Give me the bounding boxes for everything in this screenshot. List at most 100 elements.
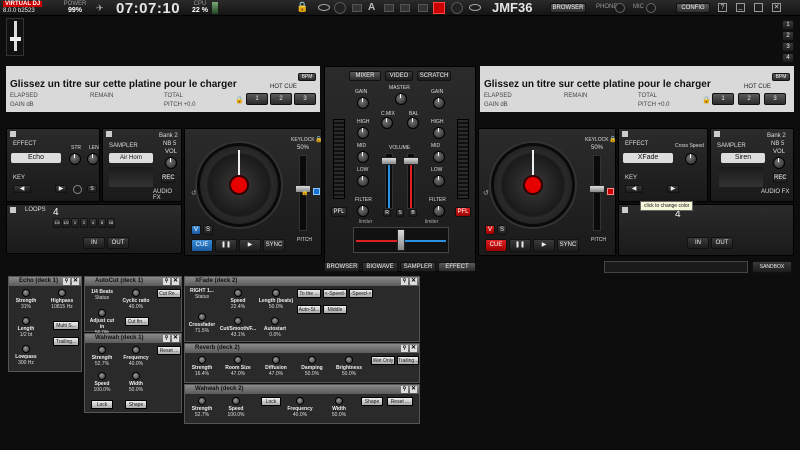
pin-icon[interactable]: ⚲ bbox=[63, 278, 70, 285]
layout-switcher[interactable]: 1 2 3 4 bbox=[782, 20, 794, 64]
deck2-key-down[interactable]: ◀ bbox=[625, 185, 643, 193]
deck2-effect-collapse[interactable] bbox=[622, 131, 628, 137]
layout-2[interactable]: 2 bbox=[782, 31, 794, 41]
deck1-hotcue-2[interactable]: 2 bbox=[270, 93, 292, 105]
close-icon[interactable]: ✕ bbox=[72, 278, 79, 285]
fx-window-reverb-deck2[interactable]: Reverb (deck 2) ⚲ ✕ Strength 16.4% Room Si… bbox=[184, 343, 420, 383]
fx-window-title[interactable]: Wahwah (deck 2) bbox=[185, 385, 419, 394]
deck1-keylock-icon[interactable]: 🔒 bbox=[315, 136, 322, 143]
deck1-sampler-select[interactable]: Air Horn bbox=[109, 153, 153, 163]
help-icon[interactable]: ? bbox=[718, 3, 727, 12]
deck1-info-panel[interactable]: Glissez un titre sur cette platine pour … bbox=[6, 66, 320, 112]
bal-knob[interactable] bbox=[407, 117, 419, 129]
deck1-hotcue-3[interactable]: 3 bbox=[294, 93, 316, 105]
fx-button[interactable]: Wet Only bbox=[371, 356, 395, 365]
fx-button[interactable]: <-Speed- bbox=[323, 289, 347, 298]
deck1-str-knob[interactable] bbox=[69, 153, 81, 165]
deck1-loop-size[interactable]: 8 bbox=[98, 218, 106, 228]
close-icon[interactable]: ✕ bbox=[410, 386, 417, 393]
fx-window-wahwah-deck1[interactable]: Wahwah (deck 1) ⚲ ✕ Strength 52.7% Frequen… bbox=[84, 333, 182, 413]
mic-knob[interactable] bbox=[646, 3, 656, 13]
gain-right-knob[interactable] bbox=[433, 97, 445, 109]
mixer-tab[interactable]: MIXER bbox=[349, 71, 381, 81]
mixer-b-button[interactable]: B bbox=[409, 209, 417, 217]
fx-window-wahwah-deck2[interactable]: Wahwah (deck 2) ⚲ ✕ Strength 52.7% Speed 10… bbox=[184, 384, 420, 424]
bottom-tab-bigwave[interactable]: BIGWAVE bbox=[362, 262, 398, 272]
eye-icon[interactable] bbox=[318, 4, 330, 11]
deck1-cue-button[interactable]: CUE bbox=[191, 239, 213, 252]
deck2-rec-button[interactable]: REC bbox=[773, 173, 787, 183]
bottom-tab-sampler[interactable]: SAMPLER bbox=[400, 262, 436, 272]
mid-left-knob[interactable] bbox=[357, 151, 369, 163]
fx-button[interactable]: Shape bbox=[361, 397, 383, 406]
volume-right-fader[interactable] bbox=[403, 157, 419, 165]
fx-button[interactable]: Auto-St... bbox=[297, 305, 321, 314]
deck2-sampler-vol-knob[interactable] bbox=[773, 157, 785, 169]
fx-window-title[interactable]: XFade (deck 2) bbox=[185, 277, 419, 286]
mixer-r-button[interactable]: R bbox=[383, 209, 391, 217]
close-icon[interactable]: ✕ bbox=[772, 3, 781, 12]
deck1-v-button[interactable]: V bbox=[191, 225, 201, 235]
deck2-hotcue-lock-icon[interactable]: 🔒 bbox=[702, 96, 711, 104]
scratch-tab[interactable]: SCRATCH bbox=[417, 71, 451, 81]
fx-button[interactable]: Cut fin... bbox=[125, 317, 149, 326]
deck2-effect-select[interactable]: XFade bbox=[623, 153, 673, 163]
deck2-loop-out-button[interactable]: OUT bbox=[711, 237, 733, 249]
deck2-pause-button[interactable]: ❚❚ bbox=[509, 239, 531, 252]
close-icon[interactable]: ✕ bbox=[410, 278, 417, 285]
sampler-icon[interactable] bbox=[418, 4, 428, 12]
deck2-loop-in-button[interactable]: IN bbox=[687, 237, 709, 249]
deck1-loop-size[interactable]: 1/4 bbox=[53, 218, 61, 228]
deck1-loop-size[interactable]: 16 bbox=[107, 218, 115, 228]
pin-icon[interactable]: ⚲ bbox=[401, 278, 408, 285]
deck1-loop-size[interactable]: 1/2 bbox=[62, 218, 70, 228]
fx-button[interactable]: Reset ... bbox=[387, 397, 413, 406]
pfl-right-button[interactable]: PFL bbox=[455, 207, 471, 217]
deck1-hotcue-1[interactable]: 1 bbox=[246, 93, 268, 105]
close-icon[interactable]: ✕ bbox=[172, 335, 179, 342]
cmix-knob[interactable] bbox=[381, 117, 393, 129]
phone-knob[interactable] bbox=[615, 3, 625, 13]
deck1-loops-collapse[interactable] bbox=[10, 207, 16, 213]
deck1-loop-size[interactable]: 2 bbox=[80, 218, 88, 228]
search-box[interactable] bbox=[604, 261, 748, 273]
minimize-icon[interactable]: _ bbox=[736, 3, 745, 12]
high-left-knob[interactable] bbox=[357, 127, 369, 139]
deck2-hotcue-1[interactable]: 1 bbox=[712, 93, 734, 105]
deck2-loops-collapse[interactable] bbox=[622, 207, 628, 213]
video-tab[interactable]: VIDEO bbox=[385, 71, 413, 81]
deck2-sampler-pad[interactable] bbox=[719, 167, 763, 187]
deck1-loop-in-button[interactable]: IN bbox=[83, 237, 105, 249]
deck2-hotcue-2[interactable]: 2 bbox=[738, 93, 760, 105]
deck1-key-up[interactable]: ▶ bbox=[55, 185, 67, 193]
fx-button[interactable]: Trailing... bbox=[397, 356, 419, 365]
deck1-effect-collapse[interactable] bbox=[10, 131, 16, 137]
close-icon[interactable]: ✕ bbox=[410, 345, 417, 352]
deck2-sampler-collapse[interactable] bbox=[714, 131, 720, 137]
lock-icon[interactable]: 🔒 bbox=[296, 2, 308, 13]
fx-button[interactable]: Trailing... bbox=[53, 337, 79, 346]
scratch-icon[interactable] bbox=[352, 4, 362, 12]
close-icon[interactable]: ✕ bbox=[172, 278, 179, 285]
deck2-audiofx-label[interactable]: AUDIO FX bbox=[761, 189, 789, 195]
browser-button[interactable]: BROWSER bbox=[550, 3, 586, 13]
fx-window-xfade-deck2[interactable]: XFade (deck 2) ⚲ ✕ RIGHT 1... Status Speed… bbox=[184, 276, 420, 342]
deck2-key-up[interactable]: ▶ bbox=[667, 185, 679, 193]
deck-select-right[interactable] bbox=[451, 2, 463, 14]
pin-icon[interactable]: ⚲ bbox=[163, 278, 170, 285]
deck1-pitch-reset[interactable] bbox=[313, 188, 320, 195]
fx-button[interactable]: -Speed-> bbox=[349, 289, 373, 298]
record-icon[interactable] bbox=[433, 2, 445, 14]
deck1-sampler-pad[interactable] bbox=[109, 167, 153, 187]
low-left-knob[interactable] bbox=[357, 175, 369, 187]
deck2-pitch-fader[interactable] bbox=[589, 185, 605, 193]
fx-button[interactable]: Middle bbox=[323, 305, 347, 314]
deck1-pause-button[interactable]: ❚❚ bbox=[215, 239, 237, 252]
fx-button[interactable]: Cut Re... bbox=[157, 289, 181, 298]
pfl-left-button[interactable]: PFL bbox=[331, 207, 347, 217]
deck2-jogwheel[interactable] bbox=[491, 143, 575, 227]
deck2-bpm-button[interactable]: BPM bbox=[772, 73, 790, 81]
deck1-jogwheel[interactable] bbox=[197, 143, 281, 227]
deck2-sampler-select[interactable]: Siren bbox=[721, 153, 765, 163]
filter-right-knob[interactable] bbox=[433, 205, 445, 217]
